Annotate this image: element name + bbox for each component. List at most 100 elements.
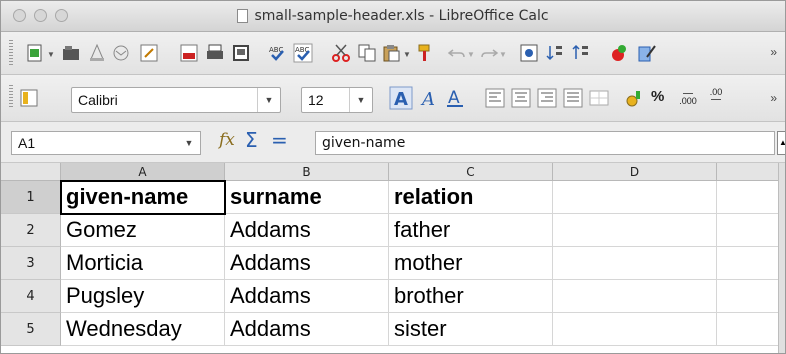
- column-header-c[interactable]: C: [389, 163, 553, 181]
- percent-format-button[interactable]: %: [651, 88, 664, 105]
- edit-icon[interactable]: [139, 43, 159, 63]
- align-right-icon[interactable]: [537, 88, 557, 108]
- toolbar-grip[interactable]: [9, 40, 13, 66]
- add-decimal-icon: [683, 87, 693, 94]
- font-size-box[interactable]: 12 ▼: [301, 87, 373, 113]
- cell-d1[interactable]: [553, 181, 717, 214]
- delete-decimal-label: .00: [709, 87, 723, 97]
- add-decimal-button[interactable]: .000: [677, 87, 699, 106]
- cell-d5[interactable]: [553, 313, 717, 346]
- svg-text:A: A: [394, 89, 408, 110]
- add-decimal-label: .000: [679, 96, 697, 106]
- document-icon: [237, 9, 249, 23]
- chevron-down-icon[interactable]: ▼: [178, 132, 200, 154]
- chevron-down-icon[interactable]: ▼: [349, 88, 372, 112]
- row-header-1[interactable]: 1: [1, 181, 61, 214]
- cell-a3[interactable]: Morticia: [61, 247, 225, 280]
- cell-a2[interactable]: Gomez: [61, 214, 225, 247]
- column-header-d[interactable]: D: [553, 163, 717, 181]
- print-preview-icon[interactable]: [231, 43, 251, 63]
- column-header-a[interactable]: A: [61, 163, 225, 181]
- align-left-icon[interactable]: [485, 88, 505, 108]
- cell-empty[interactable]: [717, 247, 785, 280]
- print-icon[interactable]: [205, 43, 225, 63]
- name-box[interactable]: A1 ▼: [11, 131, 201, 155]
- row-header-5[interactable]: 5: [1, 313, 61, 346]
- cell-c1[interactable]: relation: [389, 181, 553, 214]
- autospell-icon[interactable]: ABC: [293, 43, 313, 63]
- align-center-icon[interactable]: [511, 88, 531, 108]
- chevron-down-icon[interactable]: ▼: [499, 50, 507, 59]
- sum-icon[interactable]: Σ: [245, 128, 258, 152]
- spreadsheet-grid[interactable]: A B C D 1 given-name surname relation 2 Gomez Adda…: [1, 163, 785, 353]
- cell-d2[interactable]: [553, 214, 717, 247]
- column-header-b[interactable]: B: [225, 163, 389, 181]
- cell-b4[interactable]: Addams: [225, 280, 389, 313]
- merge-cells-icon[interactable]: [589, 88, 609, 108]
- font-name-box[interactable]: Calibri ▼: [71, 87, 281, 113]
- chevron-down-icon[interactable]: ▼: [467, 50, 475, 59]
- row-header-4[interactable]: 4: [1, 280, 61, 313]
- cell-b3[interactable]: Addams: [225, 247, 389, 280]
- new-icon[interactable]: [25, 43, 45, 63]
- currency-icon[interactable]: [625, 88, 645, 108]
- cell-a4[interactable]: Pugsley: [61, 280, 225, 313]
- chevron-down-icon[interactable]: ▼: [47, 50, 55, 59]
- row-header-3[interactable]: 3: [1, 247, 61, 280]
- email-icon[interactable]: [111, 43, 131, 63]
- justify-icon[interactable]: [563, 88, 583, 108]
- cell-c3[interactable]: mother: [389, 247, 553, 280]
- open-icon[interactable]: [61, 43, 81, 63]
- cell-empty[interactable]: [717, 214, 785, 247]
- paste-icon[interactable]: [381, 43, 401, 63]
- save-icon[interactable]: [87, 43, 107, 63]
- draw-icon[interactable]: [637, 43, 657, 63]
- toolbar-grip[interactable]: [9, 85, 13, 109]
- cell-c5[interactable]: sister: [389, 313, 553, 346]
- cell-a1[interactable]: given-name: [61, 181, 225, 214]
- function-icon[interactable]: =: [271, 128, 288, 152]
- expand-formula-bar-button[interactable]: ▲: [777, 131, 785, 155]
- copy-icon[interactable]: [357, 43, 377, 63]
- formula-input[interactable]: given-name: [315, 131, 775, 155]
- cell-b5[interactable]: Addams: [225, 313, 389, 346]
- cell-empty[interactable]: [717, 181, 785, 214]
- gallery-icon[interactable]: [609, 43, 629, 63]
- italic-icon[interactable]: A: [417, 86, 441, 110]
- function-wizard-icon[interactable]: fx: [219, 130, 235, 150]
- clone-format-icon[interactable]: [415, 43, 435, 63]
- toolbar-overflow-button[interactable]: »: [770, 91, 777, 105]
- cell-b1[interactable]: surname: [225, 181, 389, 214]
- row-header-2[interactable]: 2: [1, 214, 61, 247]
- title-bar[interactable]: small-sample-header.xls - LibreOffice Ca…: [1, 1, 785, 32]
- undo-icon[interactable]: [447, 43, 467, 63]
- underline-icon[interactable]: A: [443, 86, 467, 110]
- cell-empty[interactable]: [717, 313, 785, 346]
- cell-empty[interactable]: [717, 280, 785, 313]
- cell-c4[interactable]: brother: [389, 280, 553, 313]
- delete-decimal-button[interactable]: .00: [705, 87, 727, 106]
- vertical-scrollbar[interactable]: [778, 163, 785, 353]
- cell-c2[interactable]: father: [389, 214, 553, 247]
- font-name-value: Calibri: [78, 92, 118, 108]
- chevron-down-icon[interactable]: ▼: [257, 88, 280, 112]
- cell-d3[interactable]: [553, 247, 717, 280]
- toolbar-overflow-button[interactable]: »: [770, 45, 777, 59]
- cell-a5[interactable]: Wednesday: [61, 313, 225, 346]
- column-header-next[interactable]: [717, 163, 785, 181]
- sort-descending-icon[interactable]: [571, 43, 591, 63]
- svg-text:A: A: [420, 89, 435, 110]
- standard-toolbar: ▼ ABC ABC ▼ ▼ ▼ »: [1, 32, 785, 75]
- bold-icon[interactable]: A: [389, 86, 413, 110]
- redo-icon[interactable]: [479, 43, 499, 63]
- cell-d4[interactable]: [553, 280, 717, 313]
- select-all-corner[interactable]: [1, 163, 61, 181]
- spellcheck-icon[interactable]: ABC: [267, 43, 287, 63]
- export-pdf-icon[interactable]: [179, 43, 199, 63]
- cut-icon[interactable]: [331, 43, 351, 63]
- chevron-down-icon[interactable]: ▼: [403, 50, 411, 59]
- cell-b2[interactable]: Addams: [225, 214, 389, 247]
- styles-icon[interactable]: [19, 88, 39, 108]
- navigator-icon[interactable]: [519, 43, 539, 63]
- sort-ascending-icon[interactable]: [545, 43, 565, 63]
